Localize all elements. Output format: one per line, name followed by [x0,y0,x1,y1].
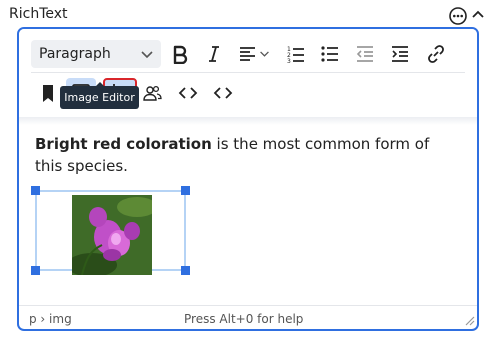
flower-photo [72,195,152,275]
bulleted-list-icon [321,46,338,62]
source-code-button[interactable] [208,78,238,108]
users-button[interactable] [137,78,167,108]
bold-text: Bright red coloration [35,135,212,153]
status-bar: p › img Press Alt+0 for help [19,305,477,329]
element-path[interactable]: p › img [29,312,72,326]
tooltip: Image Editor [60,86,139,109]
numbered-list-icon: 1 2 3 [287,46,304,64]
indent-icon [392,46,408,62]
help-hint: Press Alt+0 for help [184,312,304,326]
link-button[interactable] [421,39,451,69]
numbered-list-button[interactable]: 1 2 3 [281,39,311,69]
editor-content[interactable]: Bright red coloration is the most common… [35,133,455,177]
source-code-icon [213,87,233,99]
code-button[interactable] [173,78,203,108]
users-icon [143,85,162,101]
resize-handle-bottom-right[interactable] [181,266,190,275]
chevron-down-icon [141,51,153,59]
resize-handle-top-left[interactable] [31,186,40,195]
bulleted-list-button[interactable] [315,39,345,69]
selected-image[interactable] [31,186,190,275]
field-label: RichText [9,6,68,22]
align-left-icon [240,47,255,61]
resize-handle-bottom-left[interactable] [31,266,40,275]
resize-handle-top-right[interactable] [181,186,190,195]
outdent-button[interactable] [350,39,380,69]
svg-text:3: 3 [287,58,291,64]
link-icon [428,45,444,63]
bookmark-button[interactable] [33,78,63,108]
rich-text-editor: Paragraph 1 2 3 Bright red coloration is… [17,27,479,331]
toolbar-shadow [19,117,477,125]
bold-button[interactable] [165,39,195,69]
align-button[interactable] [233,39,273,69]
outdent-icon [356,46,373,62]
ellipsis-circle-icon[interactable] [448,6,468,26]
indent-button[interactable] [385,39,415,69]
bold-icon [173,45,188,64]
resize-grip-icon[interactable] [463,314,475,326]
sweet-pea-flower-image [72,195,152,275]
toolbar-divider [31,72,465,73]
code-icon [178,87,198,99]
block-format-select[interactable]: Paragraph [31,40,161,68]
italic-icon [209,46,219,62]
bookmark-icon [43,85,53,102]
block-format-value: Paragraph [39,46,111,62]
chevron-up-icon[interactable] [471,8,485,22]
italic-button[interactable] [199,39,229,69]
chevron-down-icon [260,51,269,57]
